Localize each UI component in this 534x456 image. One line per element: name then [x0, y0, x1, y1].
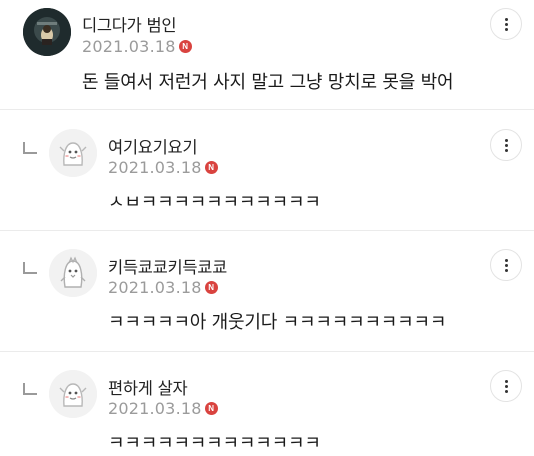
penguin-character-icon — [49, 249, 97, 297]
default-character-icon — [49, 370, 97, 418]
comment-text: 돈 들여서 저런거 사지 말고 그냥 망치로 못을 박어 — [82, 72, 454, 93]
reply-item: 여기요기요기 2021.03.18 N ㅅㅂㅋㅋㅋㅋㅋㅋㅋㅋㅋㅋㅋ — [0, 110, 534, 230]
comment-author[interactable]: 여기요기요기 — [108, 134, 198, 158]
comment-date: 2021.03.18 — [108, 278, 202, 297]
comment-author[interactable]: 편하게 살자 — [108, 375, 188, 399]
comment-author[interactable]: 디그다가 범인 — [82, 12, 177, 36]
profile-photo-icon — [23, 8, 71, 56]
comment-meta: 2021.03.18 N — [82, 37, 192, 56]
avatar[interactable] — [49, 129, 97, 177]
comment-list: 디그다가 범인 2021.03.18 N 돈 들여서 저런거 사지 말고 그냥 … — [0, 0, 534, 456]
more-vertical-icon[interactable] — [490, 129, 522, 161]
more-vertical-icon[interactable] — [490, 8, 522, 40]
reply-arrow-icon — [23, 262, 37, 274]
reply-item: 편하게 살자 2021.03.18 N ㅋㅋㅋㅋㅋㅋㅋㅋㅋㅋㅋㅋㅋ — [0, 352, 534, 456]
comment-author[interactable]: 키득쿄쿄키득쿄쿄 — [108, 254, 227, 278]
avatar[interactable] — [49, 249, 97, 297]
reply-arrow-icon — [23, 142, 37, 154]
reply-item: 키득쿄쿄키득쿄쿄 2021.03.18 N ㅋㅋㅋㅋㅋ아 개웃기다 ㅋㅋㅋㅋㅋㅋ… — [0, 231, 534, 351]
comment-text: ㅋㅋㅋㅋㅋ아 개웃기다 ㅋㅋㅋㅋㅋㅋㅋㅋㅋㅋ — [108, 312, 447, 333]
comment-meta: 2021.03.18 N — [108, 278, 218, 297]
new-badge-icon: N — [204, 281, 218, 294]
comment-meta: 2021.03.18 N — [108, 399, 218, 418]
new-badge-icon: N — [178, 40, 192, 53]
new-badge-icon: N — [204, 402, 218, 415]
new-badge-icon: N — [204, 161, 218, 174]
comment-date: 2021.03.18 — [82, 37, 176, 56]
avatar[interactable] — [49, 370, 97, 418]
more-vertical-icon[interactable] — [490, 249, 522, 281]
more-vertical-icon[interactable] — [490, 370, 522, 402]
comment-item: 디그다가 범인 2021.03.18 N 돈 들여서 저런거 사지 말고 그냥 … — [0, 0, 534, 109]
comment-text: ㅅㅂㅋㅋㅋㅋㅋㅋㅋㅋㅋㅋㅋ — [108, 192, 321, 213]
reply-arrow-icon — [23, 383, 37, 395]
comment-date: 2021.03.18 — [108, 158, 202, 177]
default-character-icon — [49, 129, 97, 177]
comment-text: ㅋㅋㅋㅋㅋㅋㅋㅋㅋㅋㅋㅋㅋ — [108, 433, 321, 454]
comment-date: 2021.03.18 — [108, 399, 202, 418]
avatar[interactable] — [23, 8, 71, 56]
comment-meta: 2021.03.18 N — [108, 158, 218, 177]
